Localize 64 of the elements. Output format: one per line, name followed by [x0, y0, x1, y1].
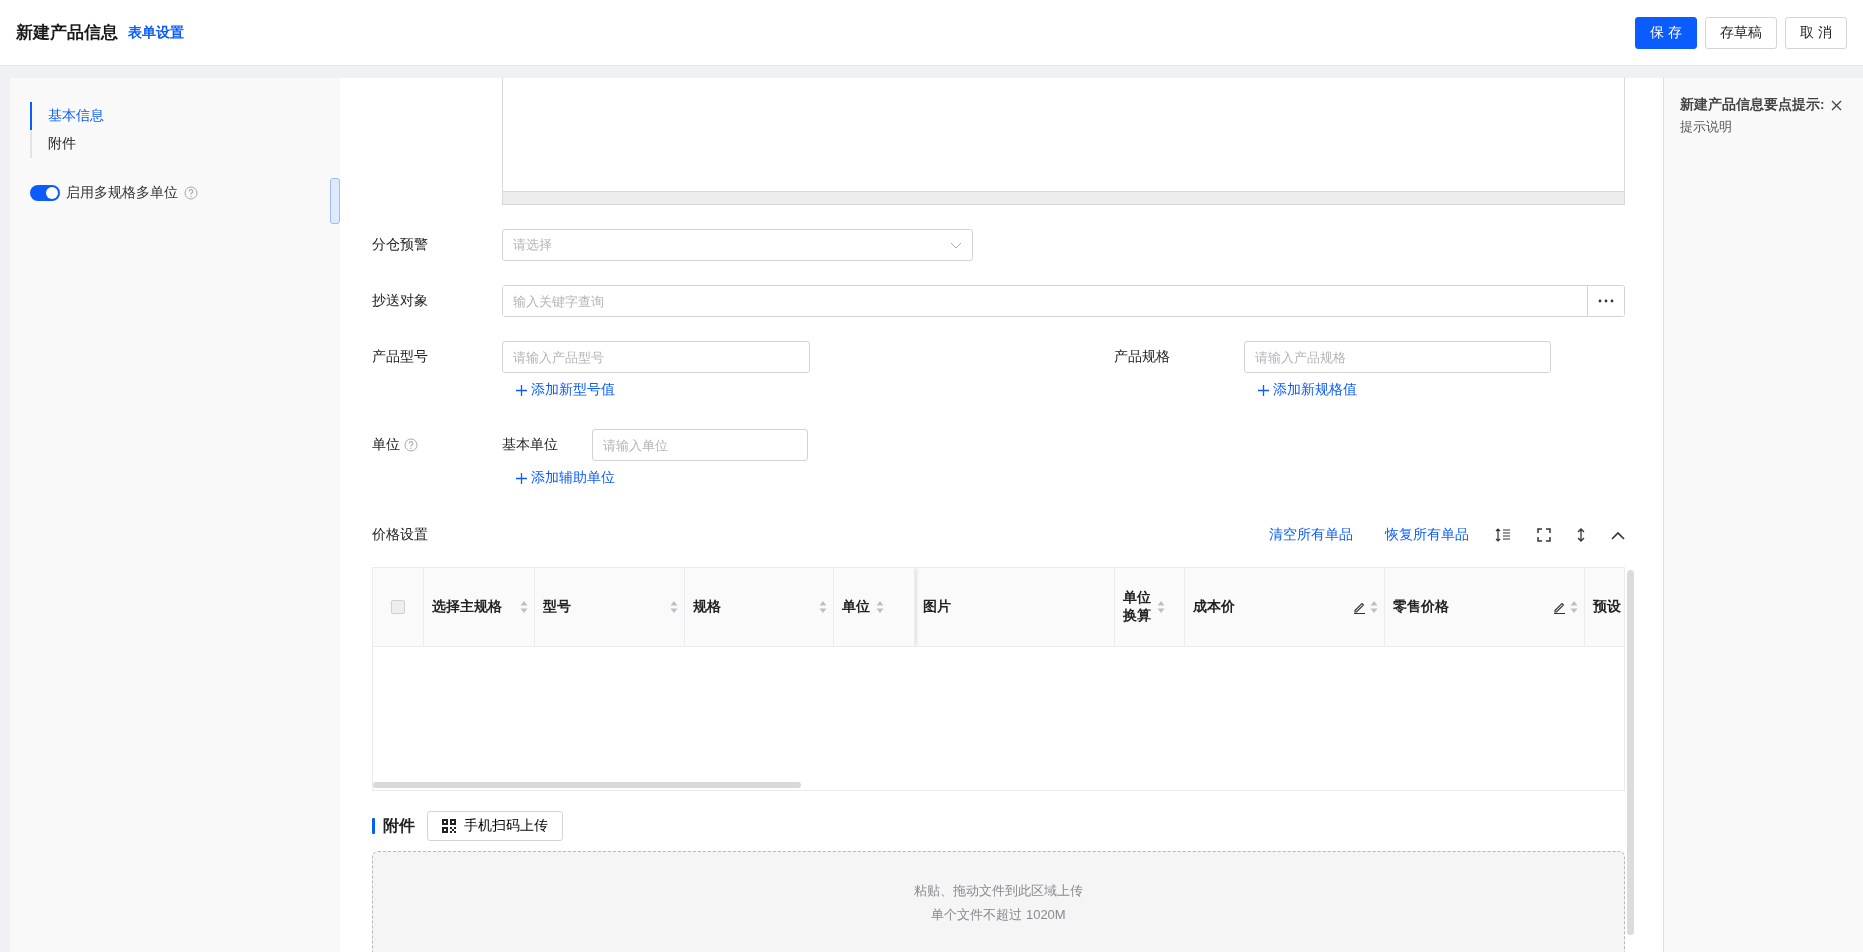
close-icon[interactable]	[1830, 99, 1842, 111]
column-header[interactable]: 型号	[535, 568, 685, 646]
plus-icon	[516, 472, 527, 484]
add-link[interactable]: 添加新型号值	[516, 381, 615, 399]
field-label: 单位	[372, 436, 400, 454]
scrollbar[interactable]	[373, 782, 801, 788]
plus-icon	[516, 384, 527, 396]
add-link[interactable]: 添加新规格值	[1258, 381, 1357, 399]
column-header[interactable]: 规格	[685, 568, 834, 646]
sort-icon[interactable]	[819, 600, 827, 614]
sort-icon[interactable]	[670, 600, 678, 614]
column-header[interactable]: 图片	[915, 568, 1115, 646]
more-button[interactable]	[1587, 286, 1624, 316]
sort-icon[interactable]	[520, 600, 528, 614]
action-link[interactable]: 恢复所有单品	[1385, 526, 1469, 544]
section-title: 附件	[383, 815, 415, 836]
field-label: 产品规格	[1114, 348, 1170, 366]
column-header[interactable]: 选择主规格	[424, 568, 535, 646]
tips-title: 新建产品信息要点提示:	[1680, 96, 1825, 114]
input-field[interactable]: 请输入产品规格	[1244, 341, 1551, 373]
sort-icon[interactable]	[876, 600, 884, 614]
field-label: 基本单位	[502, 436, 559, 454]
text-area[interactable]	[502, 78, 1625, 205]
help-icon[interactable]	[184, 186, 198, 200]
sort-icon[interactable]	[1157, 600, 1165, 614]
edit-icon[interactable]	[1553, 600, 1566, 614]
field-label: 分仓预警	[372, 236, 428, 254]
form-settings-link[interactable]: 表单设置	[128, 23, 184, 42]
field-label: 抄送对象	[372, 292, 428, 310]
action-link[interactable]: 清空所有单品	[1269, 526, 1353, 544]
row-height-icon[interactable]	[1495, 527, 1511, 543]
tips-text: 提示说明	[1680, 118, 1733, 136]
field-label: 产品型号	[372, 348, 428, 366]
scan-upload-button[interactable]: 手机扫码上传	[427, 811, 563, 841]
add-link[interactable]: 添加辅助单位	[516, 469, 615, 487]
action-button[interactable]: 存草稿	[1705, 16, 1778, 49]
input-field[interactable]: 请输入单位	[592, 429, 808, 461]
collapse-handle[interactable]	[330, 178, 340, 224]
edit-icon[interactable]	[1353, 600, 1366, 614]
toggle-switch[interactable]	[30, 185, 60, 201]
column-header[interactable]: 单位换算	[1115, 568, 1185, 646]
more-icon	[1598, 299, 1614, 303]
upload-hint: 粘贴、拖动文件到此区域上传	[914, 882, 1083, 900]
column-header[interactable]: 预设	[1585, 568, 1624, 646]
column-header[interactable]: 成本价	[1185, 568, 1385, 646]
column-header[interactable]: 单位	[834, 568, 915, 646]
save-button[interactable]: 保 存	[1635, 16, 1698, 49]
action-button[interactable]: 取 消	[1785, 16, 1847, 49]
chevron-down-icon	[950, 241, 962, 249]
scrollbar[interactable]	[1627, 570, 1634, 935]
column-header[interactable]: 零售价格	[1385, 568, 1585, 646]
page-title: 新建产品信息	[16, 22, 118, 44]
plus-icon	[1258, 384, 1269, 396]
help-icon[interactable]	[404, 438, 418, 452]
input-field[interactable]: 请输入产品型号	[502, 341, 810, 373]
nav-item[interactable]: 附件	[30, 130, 340, 158]
fullscreen-icon[interactable]	[1537, 528, 1551, 542]
chevron-up-icon[interactable]	[1611, 530, 1625, 540]
toggle-label: 启用多规格多单位	[66, 184, 178, 202]
vertical-arrows-icon[interactable]	[1577, 527, 1585, 543]
section-title: 价格设置	[372, 526, 428, 544]
upload-limit: 单个文件不超过 1020M	[931, 906, 1066, 924]
checkbox[interactable]	[391, 600, 405, 614]
qr-code-icon	[442, 819, 456, 833]
